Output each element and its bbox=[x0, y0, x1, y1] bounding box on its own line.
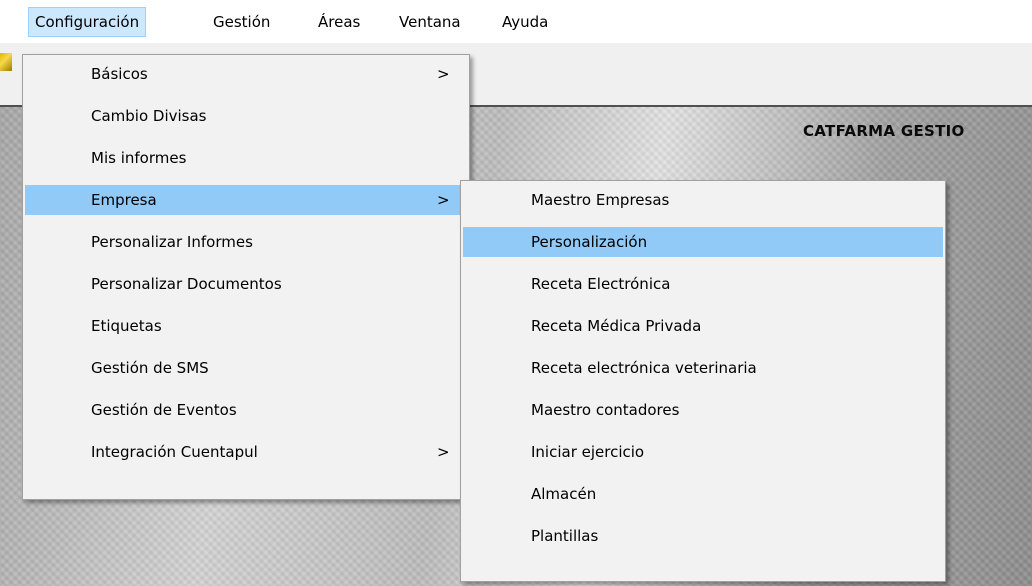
menu-item-label: Personalizar Documentos bbox=[91, 275, 282, 293]
menu-item-label: Maestro contadores bbox=[531, 401, 680, 419]
menu-item-label: Cambio Divisas bbox=[91, 107, 207, 125]
menu-item-integracion-cuentapul[interactable]: Integración Cuentapul > bbox=[25, 437, 467, 467]
menu-item-label: Plantillas bbox=[531, 527, 599, 545]
menu-item-label: Receta Médica Privada bbox=[531, 317, 702, 335]
menu-item-almacen[interactable]: Almacén bbox=[463, 479, 943, 509]
menu-item-personalizar-documentos[interactable]: Personalizar Documentos bbox=[25, 269, 467, 299]
menu-item-label: Etiquetas bbox=[91, 317, 162, 335]
menu-item-etiquetas[interactable]: Etiquetas bbox=[25, 311, 467, 341]
menu-item-label: Receta Electrónica bbox=[531, 275, 671, 293]
menu-item-receta-electronica-veterinaria[interactable]: Receta electrónica veterinaria bbox=[463, 353, 943, 383]
menu-item-label: Almacén bbox=[531, 485, 597, 503]
menu-item-label: Receta electrónica veterinaria bbox=[531, 359, 757, 377]
menu-item-label: Iniciar ejercicio bbox=[531, 443, 645, 461]
menu-item-label: Integración Cuentapul bbox=[91, 443, 258, 461]
menu-item-gestion-eventos[interactable]: Gestión de Eventos bbox=[25, 395, 467, 425]
menu-item-maestro-empresas[interactable]: Maestro Empresas bbox=[463, 185, 943, 215]
submenu-arrow-icon: > bbox=[437, 443, 450, 461]
menu-item-receta-medica-privada[interactable]: Receta Médica Privada bbox=[463, 311, 943, 341]
menu-item-label: Empresa bbox=[91, 191, 157, 209]
app-title: CATFARMA GESTIO bbox=[803, 122, 965, 140]
menu-item-label: Maestro Empresas bbox=[531, 191, 670, 209]
menu-item-basicos[interactable]: Básicos > bbox=[25, 59, 467, 89]
menu-areas[interactable]: Áreas bbox=[312, 8, 366, 36]
menu-item-personalizar-informes[interactable]: Personalizar Informes bbox=[25, 227, 467, 257]
menu-item-label: Mis informes bbox=[91, 149, 187, 167]
empresa-submenu: Maestro Empresas Personalización Receta … bbox=[460, 180, 946, 582]
menu-item-label: Gestión de SMS bbox=[91, 359, 209, 377]
menu-item-maestro-contadores[interactable]: Maestro contadores bbox=[463, 395, 943, 425]
menu-item-label: Personalizar Informes bbox=[91, 233, 253, 251]
menu-ventana[interactable]: Ventana bbox=[393, 8, 467, 36]
menu-configuracion[interactable]: Configuración bbox=[28, 7, 147, 37]
submenu-arrow-icon: > bbox=[437, 65, 450, 83]
menu-item-label: Personalización bbox=[531, 233, 648, 251]
menu-item-empresa[interactable]: Empresa > bbox=[25, 185, 467, 215]
menu-item-mis-informes[interactable]: Mis informes bbox=[25, 143, 467, 173]
menu-item-label: Básicos bbox=[91, 65, 148, 83]
configuracion-dropdown: Básicos > Cambio Divisas Mis informes Em… bbox=[22, 54, 470, 500]
menu-item-plantillas[interactable]: Plantillas bbox=[463, 521, 943, 551]
menu-item-cambio-divisas[interactable]: Cambio Divisas bbox=[25, 101, 467, 131]
menu-ayuda[interactable]: Ayuda bbox=[496, 8, 554, 36]
menu-item-label: Gestión de Eventos bbox=[91, 401, 237, 419]
menu-bar: Configuración Gestión Áreas Ventana Ayud… bbox=[0, 0, 1032, 43]
submenu-arrow-icon: > bbox=[437, 191, 450, 209]
menu-item-receta-electronica[interactable]: Receta Electrónica bbox=[463, 269, 943, 299]
toolbar-app-icon[interactable] bbox=[0, 53, 12, 71]
menu-gestion[interactable]: Gestión bbox=[207, 8, 276, 36]
menu-item-iniciar-ejercicio[interactable]: Iniciar ejercicio bbox=[463, 437, 943, 467]
menu-item-personalizacion[interactable]: Personalización bbox=[463, 227, 943, 257]
menu-item-gestion-sms[interactable]: Gestión de SMS bbox=[25, 353, 467, 383]
